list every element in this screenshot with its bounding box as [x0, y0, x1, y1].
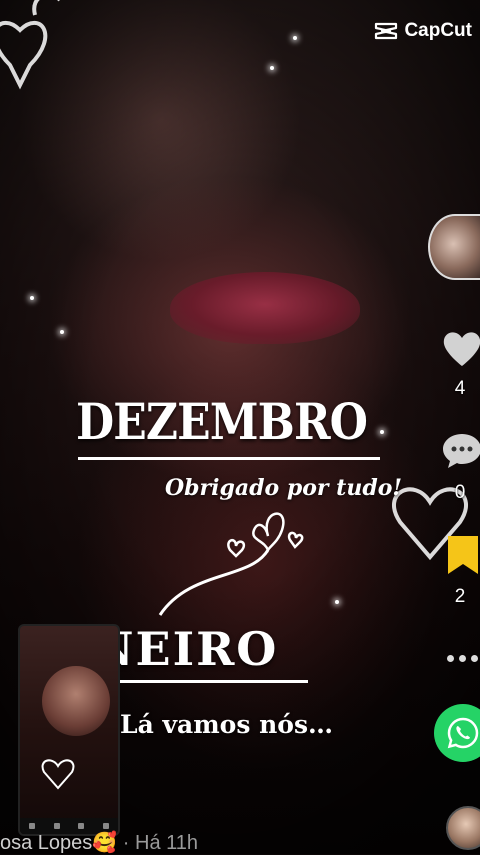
username[interactable]: osa Lopes [0, 832, 92, 854]
sparkle [380, 430, 384, 434]
pip-face [42, 666, 110, 736]
sparkle [335, 600, 339, 604]
comment-count: 0 [454, 482, 466, 503]
pip-heart-icon [41, 759, 75, 790]
caption-user-line[interactable]: osa Lopes🥰 · Há 11h [0, 830, 198, 855]
lets-go-message: Lá vamos nós… [120, 710, 334, 739]
sparkle [60, 330, 64, 334]
capcut-watermark: CapCut [374, 20, 472, 42]
capcut-brand-text: CapCut [404, 20, 472, 41]
thanks-message: Obrigado por tudo! [165, 475, 403, 501]
save-count: 2 [454, 586, 466, 607]
capcut-logo-icon [375, 22, 398, 40]
creator-avatar[interactable] [428, 214, 480, 280]
month-title-december: DEZEMBRO [76, 392, 368, 451]
sparkle [293, 36, 297, 40]
sparkle [30, 296, 34, 300]
like-count: 4 [454, 378, 466, 399]
pip-thumbnail[interactable] [18, 624, 120, 836]
whatsapp-icon [447, 717, 479, 749]
sparkle [270, 66, 274, 70]
heart-icon[interactable] [442, 330, 480, 368]
post-time: Há 11h [135, 832, 199, 854]
separator: · [122, 832, 130, 854]
bookmark-icon[interactable] [446, 534, 480, 576]
glow-heart-decoration-top [0, 0, 60, 90]
more-icon[interactable] [447, 655, 478, 662]
hearts-doodle-icon [158, 512, 304, 616]
emoji: 🥰 [92, 832, 118, 854]
title-underline [78, 457, 380, 460]
comment-icon[interactable] [442, 432, 480, 470]
